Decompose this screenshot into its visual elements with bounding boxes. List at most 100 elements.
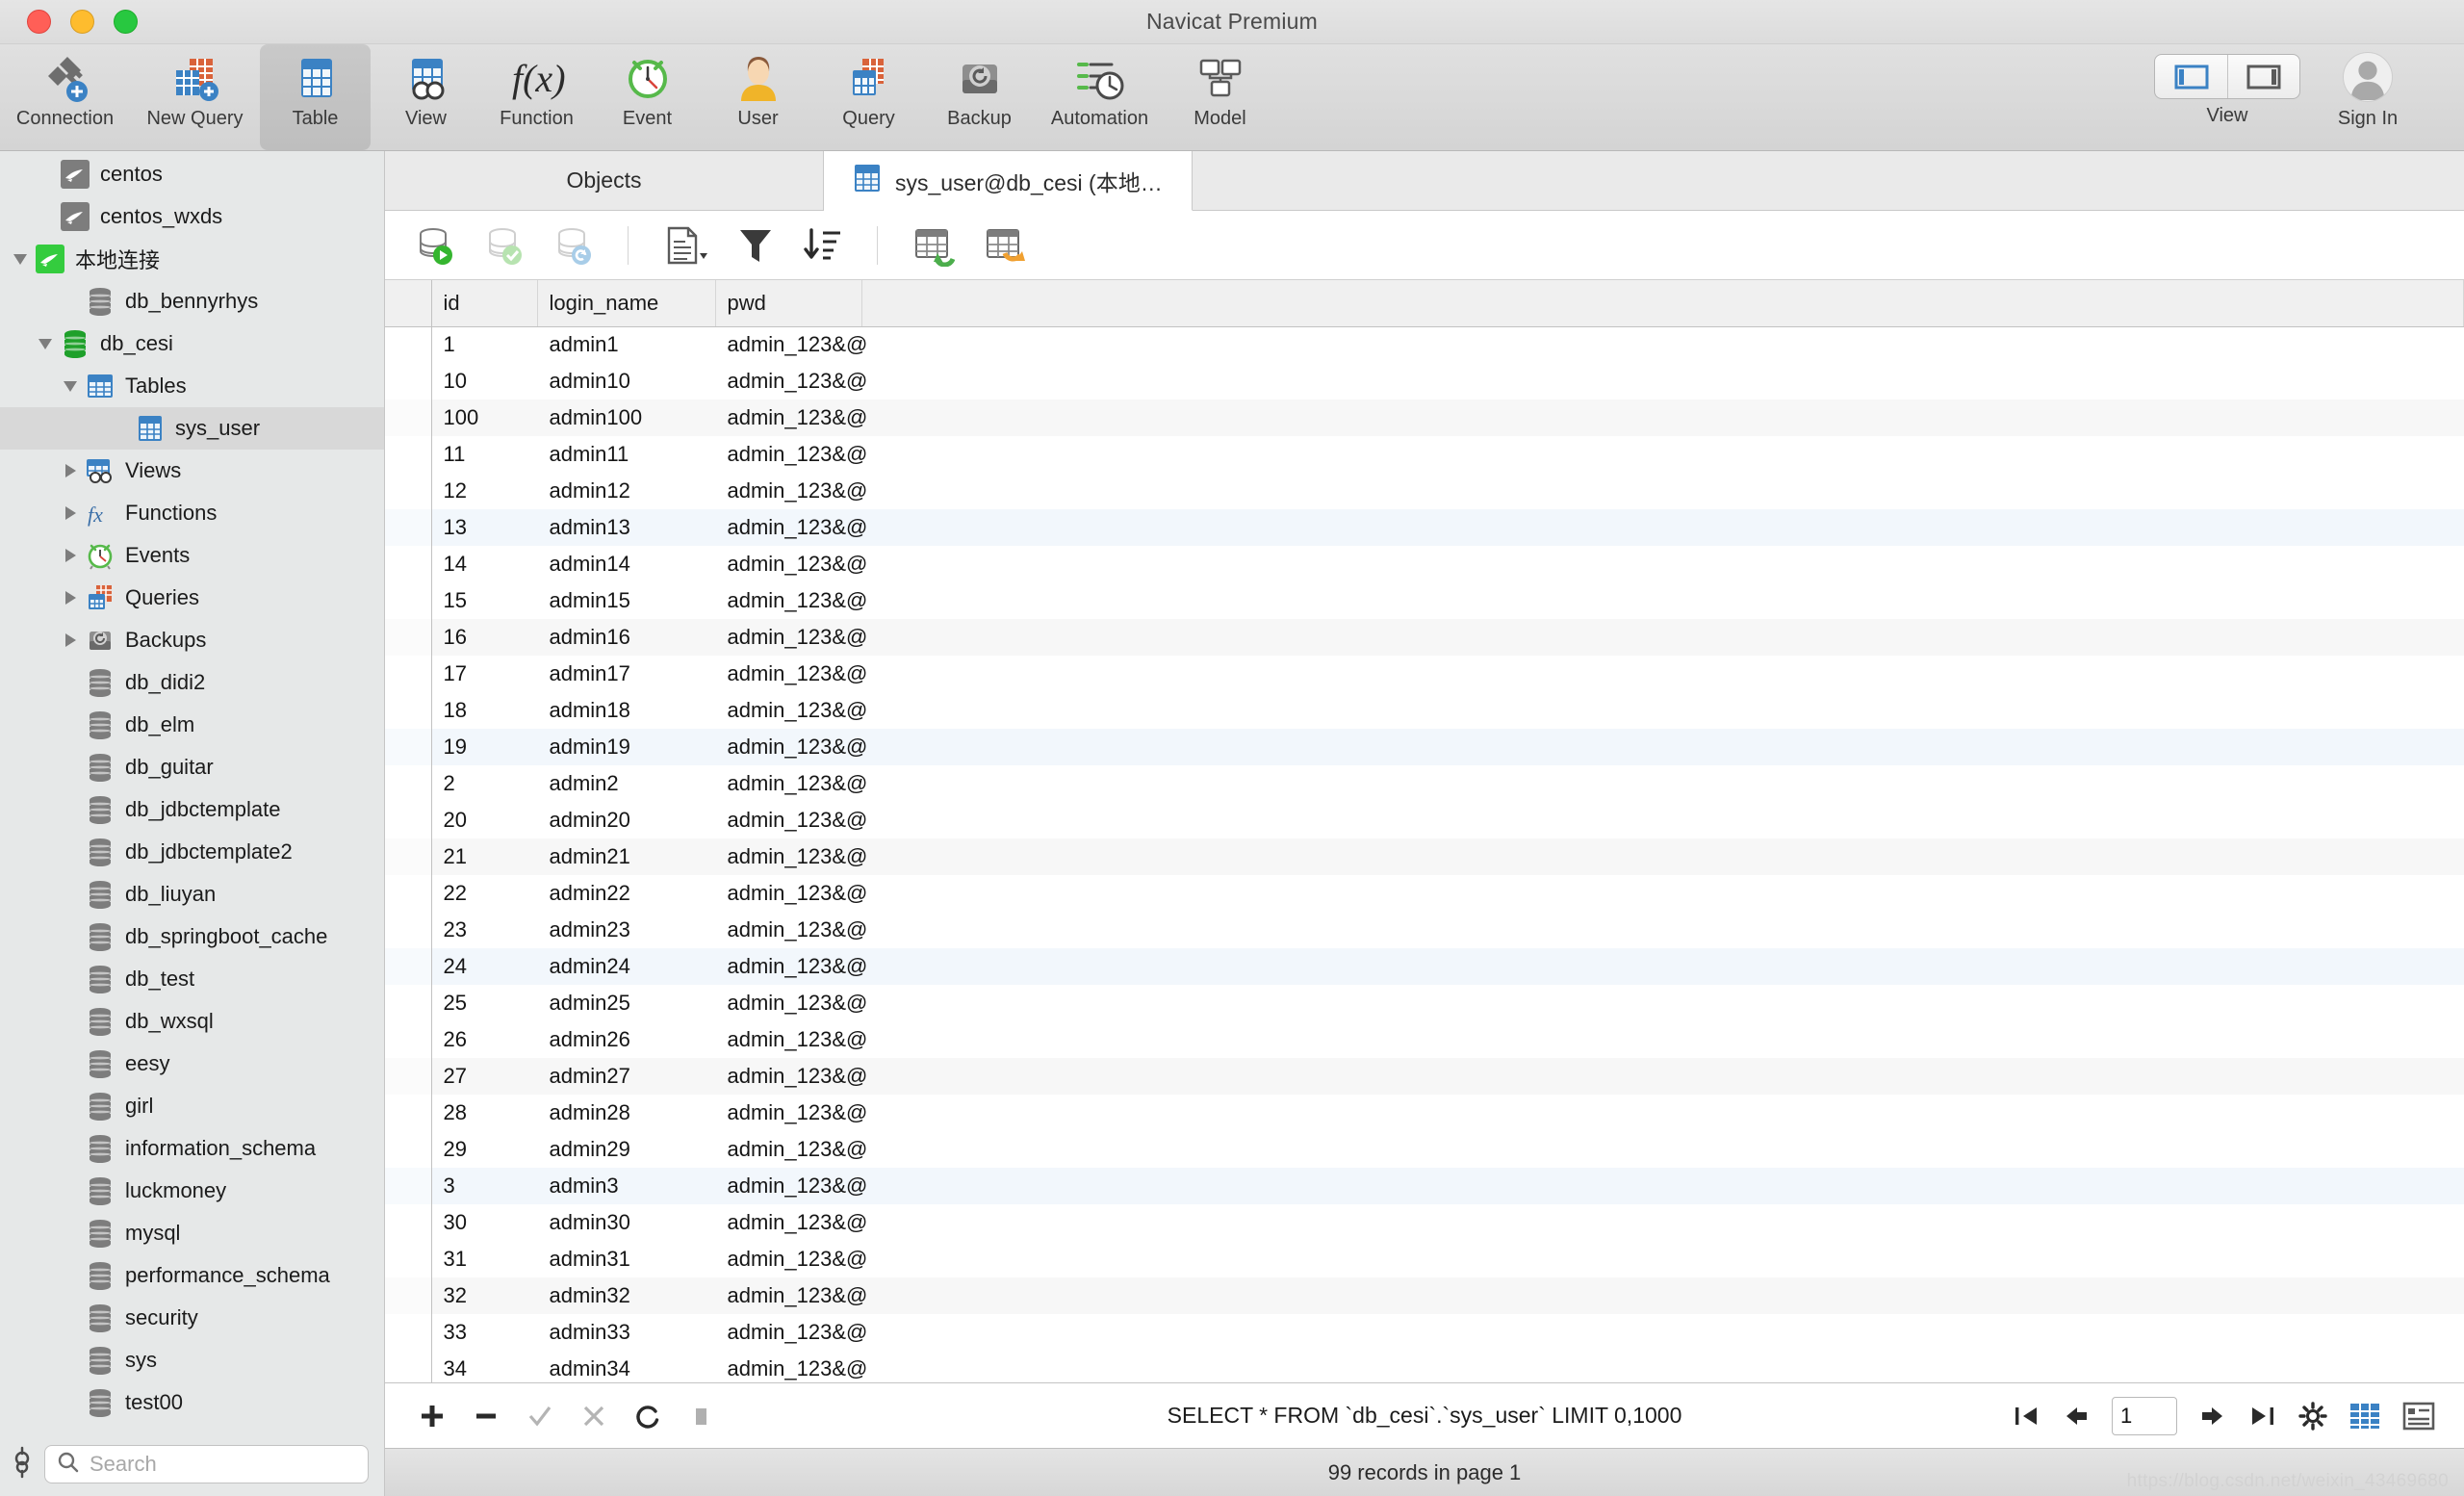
row-gutter-cell[interactable] <box>385 692 432 729</box>
cell-id[interactable]: 18 <box>431 692 537 729</box>
tree-item-db_cesi[interactable]: db_cesi <box>0 322 384 365</box>
table-row[interactable]: 13 admin13 admin_123&@ <box>385 509 2464 546</box>
cell-id[interactable]: 31 <box>431 1241 537 1277</box>
column-header-login-name[interactable]: login_name <box>537 280 716 327</box>
table-row[interactable]: 28 admin28 admin_123&@ <box>385 1095 2464 1131</box>
row-gutter-cell[interactable] <box>385 363 432 400</box>
tree-item-security[interactable]: security <box>0 1297 384 1339</box>
row-gutter-cell[interactable] <box>385 656 432 692</box>
cell-pwd[interactable]: admin_123&@ <box>715 1131 868 1168</box>
tree-item-db_jdbctemplate[interactable]: db_jdbctemplate <box>0 788 384 831</box>
row-gutter-cell[interactable] <box>385 838 432 875</box>
tab-sys-user[interactable]: sys_user@db_cesi (本地… <box>824 151 1193 211</box>
cell-login_name[interactable]: admin20 <box>537 802 715 838</box>
tree-item-db_springboot_cache[interactable]: db_springboot_cache <box>0 916 384 958</box>
cell-pwd[interactable]: admin_123&@ <box>715 473 868 509</box>
next-page-icon[interactable] <box>2198 1403 2227 1430</box>
cell-login_name[interactable]: admin16 <box>537 619 715 656</box>
toolbar-backup-button[interactable]: Backup <box>924 44 1035 150</box>
chevron-right-icon[interactable] <box>58 506 83 520</box>
tree-item-views[interactable]: Views <box>0 450 384 492</box>
cell-id[interactable]: 23 <box>431 912 537 948</box>
toolbar-connection-button[interactable]: Connection <box>0 44 130 150</box>
table-row[interactable]: 31 admin31 admin_123&@ <box>385 1241 2464 1277</box>
tree-item-db_bennyrhys[interactable]: db_bennyrhys <box>0 280 384 322</box>
row-gutter-cell[interactable] <box>385 875 432 912</box>
cell-login_name[interactable]: admin22 <box>537 875 715 912</box>
cell-id[interactable]: 11 <box>431 436 537 473</box>
cell-pwd[interactable]: admin_123&@ <box>715 1314 868 1351</box>
cell-pwd[interactable]: admin_123&@ <box>715 948 867 985</box>
cell-pwd[interactable]: admin_123&@ <box>715 985 868 1021</box>
row-gutter-cell[interactable] <box>385 582 432 619</box>
cell-pwd[interactable]: admin_123&@ <box>715 400 867 436</box>
tree-item-tables[interactable]: Tables <box>0 365 384 407</box>
form-view-icon[interactable] <box>2402 1401 2435 1432</box>
table-row[interactable]: 25 admin25 admin_123&@ <box>385 985 2464 1021</box>
cell-login_name[interactable]: admin32 <box>537 1277 715 1314</box>
table-row[interactable]: 18 admin18 admin_123&@ <box>385 692 2464 729</box>
cell-login_name[interactable]: admin1 <box>537 326 715 363</box>
row-gutter-cell[interactable] <box>385 1058 432 1095</box>
cell-pwd[interactable]: admin_123&@ <box>715 1277 867 1314</box>
cell-id[interactable]: 10 <box>431 363 537 400</box>
cell-login_name[interactable]: admin14 <box>537 546 715 582</box>
cell-id[interactable]: 14 <box>431 546 537 582</box>
table-row[interactable]: 100 admin100 admin_123&@ <box>385 400 2464 436</box>
cell-login_name[interactable]: admin29 <box>537 1131 715 1168</box>
row-gutter-cell[interactable] <box>385 1131 432 1168</box>
cell-pwd[interactable]: admin_123&@ <box>715 656 868 692</box>
row-gutter-cell[interactable] <box>385 1314 432 1351</box>
toolbar-event-button[interactable]: Event <box>592 44 703 150</box>
cell-id[interactable]: 30 <box>431 1204 537 1241</box>
row-gutter-cell[interactable] <box>385 1241 432 1277</box>
cell-login_name[interactable]: admin21 <box>537 838 715 875</box>
cell-login_name[interactable]: admin3 <box>537 1168 715 1204</box>
chevron-right-icon[interactable] <box>58 464 83 477</box>
chevron-right-icon[interactable] <box>58 633 83 647</box>
cell-id[interactable]: 32 <box>431 1277 537 1314</box>
cell-pwd[interactable]: admin_123&@ <box>715 1058 867 1095</box>
table-row[interactable]: 20 admin20 admin_123&@ <box>385 802 2464 838</box>
cell-pwd[interactable]: admin_123&@ <box>715 765 868 802</box>
chevron-down-icon[interactable] <box>33 338 58 349</box>
toolbar-query-button[interactable]: Query <box>813 44 924 150</box>
row-gutter-cell[interactable] <box>385 509 432 546</box>
add-record-icon[interactable] <box>418 1402 447 1431</box>
cell-id[interactable]: 16 <box>431 619 537 656</box>
column-header-pwd[interactable]: pwd <box>715 280 862 327</box>
tab-objects[interactable]: Objects <box>385 151 824 210</box>
cell-login_name[interactable]: admin33 <box>537 1314 715 1351</box>
table-row[interactable]: 27 admin27 admin_123&@ <box>385 1058 2464 1095</box>
cell-login_name[interactable]: admin100 <box>537 400 715 436</box>
tree-item-events[interactable]: Events <box>0 534 384 577</box>
cell-login_name[interactable]: admin27 <box>537 1058 715 1095</box>
tree-item--[interactable]: 本地连接 <box>0 238 384 280</box>
toolbar-automation-button[interactable]: Automation <box>1035 44 1165 150</box>
cell-login_name[interactable]: admin18 <box>537 692 715 729</box>
cell-login_name[interactable]: admin15 <box>537 582 715 619</box>
cell-pwd[interactable]: admin_123&@ <box>715 1095 868 1131</box>
cell-pwd[interactable]: admin_123&@ <box>715 619 867 656</box>
table-row[interactable]: 34 admin34 admin_123&@ <box>385 1351 2464 1382</box>
sort-icon[interactable] <box>802 224 844 267</box>
apply-change-icon[interactable] <box>526 1402 554 1431</box>
cell-id[interactable]: 29 <box>431 1131 537 1168</box>
row-gutter-cell[interactable] <box>385 1095 432 1131</box>
cell-pwd[interactable]: admin_123&@ <box>715 912 868 948</box>
chevron-right-icon[interactable] <box>58 549 83 562</box>
cell-login_name[interactable]: admin10 <box>537 363 715 400</box>
tree-item-luckmoney[interactable]: luckmoney <box>0 1170 384 1212</box>
table-row[interactable]: 17 admin17 admin_123&@ <box>385 656 2464 692</box>
cell-pwd[interactable]: admin_123&@ <box>715 875 868 912</box>
table-row[interactable]: 1 admin1 admin_123&@ <box>385 326 2464 363</box>
tree-item-eesy[interactable]: eesy <box>0 1043 384 1085</box>
table-row[interactable]: 2 admin2 admin_123&@ <box>385 765 2464 802</box>
cell-id[interactable]: 21 <box>431 838 537 875</box>
cell-id[interactable]: 33 <box>431 1314 537 1351</box>
row-gutter-cell[interactable] <box>385 802 432 838</box>
show-sidebar-toggle[interactable] <box>2155 55 2227 98</box>
table-row[interactable]: 10 admin10 admin_123&@ <box>385 363 2464 400</box>
last-page-icon[interactable] <box>2248 1403 2277 1430</box>
row-gutter-cell[interactable] <box>385 912 432 948</box>
